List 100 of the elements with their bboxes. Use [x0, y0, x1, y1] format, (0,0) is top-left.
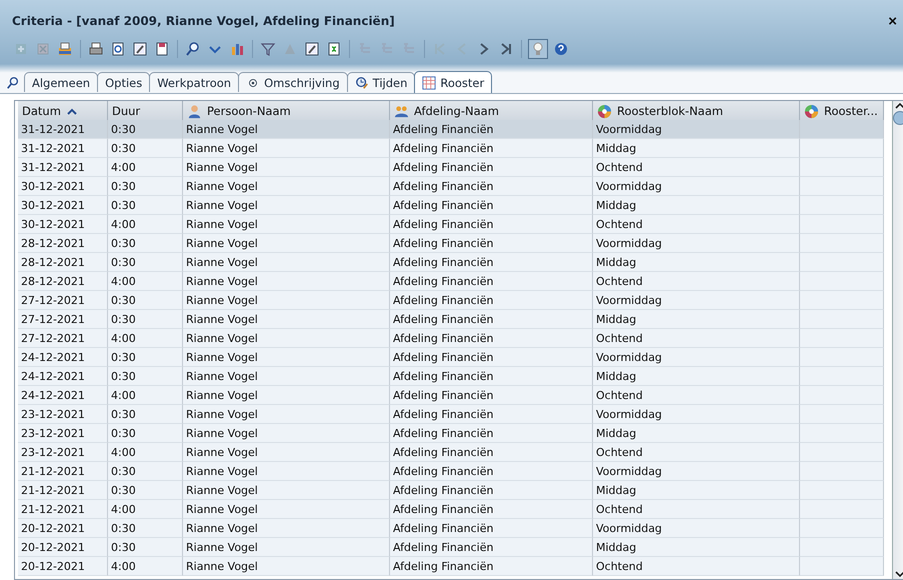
table-cell: Voormiddag	[593, 177, 800, 196]
bulb-button[interactable]	[528, 39, 548, 59]
table-cell: 20-12-2021	[18, 538, 108, 557]
table-cell: Afdeling Financiën	[390, 519, 593, 538]
table-cell: Voormiddag	[593, 405, 800, 424]
table-cell: Afdeling Financiën	[390, 500, 593, 519]
table-cell: Afdeling Financiën	[390, 367, 593, 386]
table-cell: Afdeling Financiën	[390, 215, 593, 234]
table-cell: 4:00	[108, 500, 183, 519]
table-cell: Middag	[593, 196, 800, 215]
table-cell: Rianne Vogel	[183, 139, 390, 158]
table-cell: Voormiddag	[593, 234, 800, 253]
table-cell: Rianne Vogel	[183, 329, 390, 348]
table-cell: Voormiddag	[593, 519, 800, 538]
column-header[interactable]: Persoon-Naam	[183, 101, 390, 122]
table-cell: Rianne Vogel	[183, 462, 390, 481]
table-cell: Rianne Vogel	[183, 120, 390, 139]
table-cell: Rianne Vogel	[183, 405, 390, 424]
scrollbar[interactable]	[892, 101, 903, 579]
table-cell: 20-12-2021	[18, 519, 108, 538]
window-title: Criteria - [vanaf 2009, Rianne Vogel, Afdeling Financiën]	[12, 14, 396, 28]
column-header[interactable]: Roosterblok-Naam	[593, 101, 800, 122]
group-icon	[394, 104, 409, 118]
table-cell: 27-12-2021	[18, 329, 108, 348]
table-cell: 0:30	[108, 120, 183, 139]
edit-button[interactable]	[303, 40, 321, 58]
table-cell: Ochtend	[593, 386, 800, 405]
tab[interactable]: Rooster	[414, 71, 492, 93]
search-icon	[185, 41, 201, 57]
table-cell: Rianne Vogel	[183, 177, 390, 196]
table-cell: Afdeling Financiën	[390, 481, 593, 500]
table-cell: Afdeling Financiën	[390, 405, 593, 424]
table-cell: Afdeling Financiën	[390, 272, 593, 291]
table-cell: Afdeling Financiën	[390, 234, 593, 253]
table-cell: 24-12-2021	[18, 386, 108, 405]
table-cell: 0:30	[108, 196, 183, 215]
scroll-up-icon[interactable]	[894, 101, 903, 111]
tab[interactable]: Tijden	[346, 72, 416, 92]
table-cell: Afdeling Financiën	[390, 348, 593, 367]
table-cell: 0:30	[108, 291, 183, 310]
table-cell: Rianne Vogel	[183, 272, 390, 291]
table-cell: Rianne Vogel	[183, 424, 390, 443]
table-cell: Afdeling Financiën	[390, 386, 593, 405]
table-cell: 30-12-2021	[18, 196, 108, 215]
scroll-down-icon[interactable]	[894, 569, 903, 579]
column-header[interactable]: Datum	[18, 101, 108, 122]
save-icon	[154, 41, 170, 57]
table-cell: Ochtend	[593, 158, 800, 177]
table-cell: 0:30	[108, 424, 183, 443]
close-button[interactable]: ×	[886, 12, 899, 30]
table-cell: Rianne Vogel	[183, 538, 390, 557]
table-cell: 23-12-2021	[18, 443, 108, 462]
table-cell: Afdeling Financiën	[390, 424, 593, 443]
column-header[interactable]: Rooster...	[800, 101, 884, 122]
column-header[interactable]: Afdeling-Naam	[390, 101, 593, 122]
table-cell: Voormiddag	[593, 291, 800, 310]
table-cell: Afdeling Financiën	[390, 310, 593, 329]
table-cell: 21-12-2021	[18, 500, 108, 519]
wheel-icon	[804, 104, 819, 118]
sort-up-icon	[66, 107, 78, 115]
table-cell: Afdeling Financiën	[390, 462, 593, 481]
table-cell: 0:30	[108, 538, 183, 557]
scroll-thumb[interactable]	[893, 111, 903, 125]
table-cell: 0:30	[108, 139, 183, 158]
help-button[interactable]	[552, 40, 570, 58]
printer-icon	[88, 41, 104, 57]
print-folder-button[interactable]	[56, 40, 74, 58]
table-cell: Ochtend	[593, 557, 800, 576]
table-cell: Voormiddag	[593, 462, 800, 481]
grid-icon	[422, 76, 436, 90]
table-cell: Ochtend	[593, 329, 800, 348]
table-cell: 31-12-2021	[18, 139, 108, 158]
table-cell: Rianne Vogel	[183, 367, 390, 386]
table-cell: Afdeling Financiën	[390, 120, 593, 139]
table-cell: 30-12-2021	[18, 215, 108, 234]
table-cell: Rianne Vogel	[183, 348, 390, 367]
edit-icon	[132, 41, 148, 57]
table-cell: 4:00	[108, 272, 183, 291]
help-icon	[553, 41, 569, 57]
table-cell: 4:00	[108, 158, 183, 177]
table-cell: 28-12-2021	[18, 253, 108, 272]
table-cell: Rianne Vogel	[183, 557, 390, 576]
table-cell: Rianne Vogel	[183, 291, 390, 310]
chart-icon	[229, 41, 245, 57]
tab[interactable]: Algemeen	[24, 72, 98, 92]
table-cell: Rianne Vogel	[183, 310, 390, 329]
table-cell: 23-12-2021	[18, 405, 108, 424]
table-cell: Middag	[593, 253, 800, 272]
column-header[interactable]: Duur	[108, 101, 183, 122]
table-cell: Afdeling Financiën	[390, 557, 593, 576]
edit-button[interactable]	[131, 40, 149, 58]
table-cell: 28-12-2021	[18, 234, 108, 253]
tab[interactable]: Omschrijving	[238, 72, 348, 92]
tab[interactable]: Opties	[97, 72, 150, 92]
table-cell: 27-12-2021	[18, 310, 108, 329]
table-cell: Afdeling Financiën	[390, 329, 593, 348]
table-cell: Middag	[593, 481, 800, 500]
tab[interactable]: Werkpatroon	[149, 72, 240, 92]
wheel-icon	[597, 104, 612, 118]
table-cell: 21-12-2021	[18, 481, 108, 500]
